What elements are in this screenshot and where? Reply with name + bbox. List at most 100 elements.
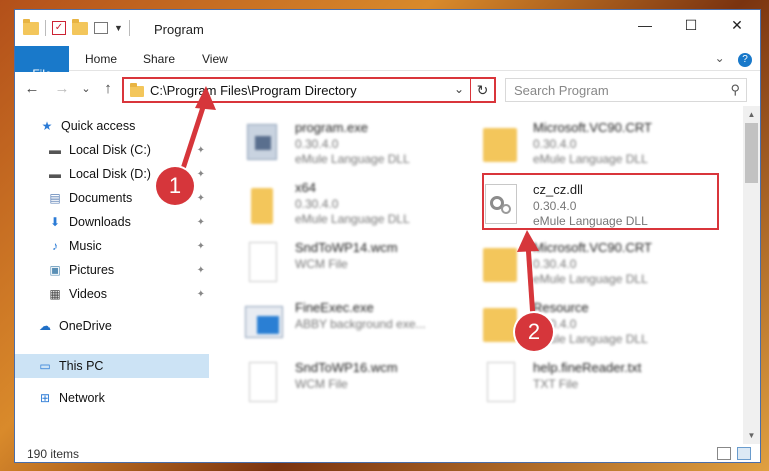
sidebar-item-label: Local Disk (D:) (69, 167, 151, 181)
title-bar: ✓ ▼ Program — ☐ ✕ (15, 10, 760, 46)
ribbon-tabs: File Home Share View ⌄ ? (15, 46, 760, 102)
tab-view[interactable]: View (202, 46, 228, 71)
disk-icon: ▬ (49, 143, 61, 157)
back-button[interactable]: ← (23, 80, 41, 98)
address-path[interactable]: C:\Program Files\Program Directory (150, 83, 357, 98)
sidebar-item-label: Documents (69, 191, 133, 205)
scroll-down-icon[interactable]: ▼ (743, 427, 760, 444)
document-icon (243, 238, 283, 286)
sidebar-item-this-pc[interactable]: ▭ This PC (15, 354, 209, 378)
file-item[interactable]: program.exe 0.30.4.0 eMule Language DLL (219, 114, 451, 170)
sidebar-item-network[interactable]: ⊞ Network (15, 386, 209, 410)
sidebar-item-label: Music (69, 239, 102, 253)
sidebar-item-label: Network (59, 391, 105, 405)
sidebar-item-pictures[interactable]: ▣ Pictures ✦ (15, 258, 209, 282)
new-folder-icon[interactable] (72, 18, 88, 35)
sidebar-item-label: Quick access (61, 119, 136, 133)
up-button[interactable]: ↑ (99, 80, 117, 98)
pin-icon: ✦ (196, 264, 205, 276)
address-bar[interactable]: C:\Program Files\Program Directory ⌄ ↻ (122, 77, 496, 103)
file-item[interactable]: FineExec.exe ABBY background exe... (219, 294, 451, 350)
vertical-scrollbar[interactable]: ▲ ▼ (743, 106, 760, 444)
music-icon: ♪ (52, 239, 58, 253)
scroll-up-icon[interactable]: ▲ (743, 106, 760, 123)
pictures-icon: ▣ (49, 263, 61, 277)
ribbon-expand-icon[interactable]: ⌄ (715, 51, 725, 65)
documents-icon: ▤ (49, 191, 61, 205)
computer-icon: ▭ (39, 359, 51, 373)
refresh-button[interactable]: ↻ (470, 79, 494, 101)
quick-access-toolbar: ✓ ▼ (23, 18, 136, 37)
search-placeholder: Search Program (514, 83, 609, 98)
tab-home[interactable]: Home (85, 46, 117, 71)
properties-icon[interactable]: ✓ (52, 21, 66, 35)
maximize-button[interactable]: ☐ (668, 10, 714, 40)
rename-icon[interactable] (94, 22, 108, 34)
recent-locations-button[interactable]: ⌄ (77, 80, 95, 98)
sidebar-item-quick-access[interactable]: ★ Quick access (15, 114, 209, 138)
item-count: 190 items (27, 447, 80, 461)
downloads-icon: ⬇ (49, 215, 61, 229)
document-icon (481, 358, 521, 406)
pin-icon: ✦ (196, 192, 205, 204)
folder-icon (481, 118, 521, 166)
chevron-down-icon[interactable]: ▼ (114, 23, 123, 33)
videos-icon: ▦ (49, 287, 61, 301)
sidebar-item-label: OneDrive (59, 319, 112, 333)
sidebar-item-videos[interactable]: ▦ Videos ✦ (15, 282, 209, 306)
explorer-window: ✓ ▼ Program — ☐ ✕ File Home Share View ⌄… (14, 9, 761, 463)
file-item[interactable]: SndToWP14.wcm WCM File (219, 234, 451, 290)
disk-icon: ▬ (49, 167, 61, 181)
sidebar-item-label: This PC (59, 359, 104, 373)
navigation-bar: ← → ⌄ ↑ C:\Program Files\Program Directo… (15, 72, 760, 106)
document-icon (243, 358, 283, 406)
file-item[interactable]: Microsoft.VC90.CRT 0.30.4.0 eMule Langua… (457, 234, 689, 290)
tab-share[interactable]: Share (143, 46, 175, 71)
highlight-box (482, 173, 719, 230)
details-view-icon[interactable] (717, 447, 731, 460)
sidebar-item-label: Videos (69, 287, 107, 301)
cloud-icon: ☁ (39, 319, 51, 333)
sidebar-item-local-disk-c[interactable]: ▬ Local Disk (C:) ✦ (15, 138, 209, 162)
large-icons-view-icon[interactable] (737, 447, 751, 460)
pin-icon: ✦ (196, 144, 205, 156)
folder-icon (243, 178, 283, 226)
file-item[interactable]: x64 0.30.4.0 eMule Language DLL (219, 174, 451, 230)
sidebar-item-onedrive[interactable]: ☁ OneDrive (15, 314, 209, 338)
pin-icon: ✦ (196, 240, 205, 252)
navigation-pane: ★ Quick access ▬ Local Disk (C:) ✦ ▬ Loc… (15, 106, 209, 444)
file-item[interactable]: Resource 0.30.4.0 eMule Language DLL (457, 294, 689, 350)
search-input[interactable]: Search Program ⚲ (505, 78, 747, 102)
sidebar-item-label: Pictures (69, 263, 115, 277)
help-icon[interactable]: ⌄ ? (715, 51, 752, 67)
callout-badge-2: 2 (515, 313, 553, 351)
star-icon: ★ (41, 119, 53, 133)
exe-icon (243, 118, 283, 166)
chevron-down-icon[interactable]: ⌄ (454, 82, 464, 96)
status-bar: 190 items (15, 444, 760, 462)
sidebar-item-label: Local Disk (C:) (69, 143, 151, 157)
file-list: program.exe 0.30.4.0 eMule Language DLL … (209, 106, 745, 444)
folder-icon (23, 18, 39, 35)
pin-icon: ✦ (196, 288, 205, 300)
forward-button[interactable]: → (53, 80, 71, 98)
sidebar-item-downloads[interactable]: ⬇ Downloads ✦ (15, 210, 209, 234)
application-icon (243, 298, 283, 346)
sidebar-item-music[interactable]: ♪ Music ✦ (15, 234, 209, 258)
sidebar-item-label: Downloads (69, 215, 131, 229)
folder-icon (481, 238, 521, 286)
search-icon[interactable]: ⚲ (730, 82, 740, 98)
scrollbar-thumb[interactable] (745, 123, 758, 183)
file-item[interactable]: help.fineReader.txt TXT File (457, 354, 689, 410)
callout-badge-1: 1 (156, 167, 194, 205)
network-icon: ⊞ (39, 391, 51, 405)
window-title: Program (154, 22, 204, 37)
pin-icon: ✦ (196, 168, 205, 180)
file-item[interactable]: SndToWP16.wcm WCM File (219, 354, 451, 410)
folder-icon (130, 83, 144, 97)
minimize-button[interactable]: — (622, 10, 668, 40)
close-button[interactable]: ✕ (714, 10, 760, 40)
file-item[interactable]: Microsoft.VC90.CRT 0.30.4.0 eMule Langua… (457, 114, 689, 170)
pin-icon: ✦ (196, 216, 205, 228)
folder-icon (481, 298, 521, 346)
